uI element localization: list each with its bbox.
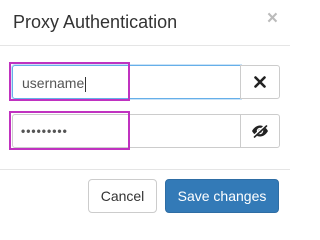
save-changes-button[interactable]: Save changes: [165, 179, 279, 213]
password-value: •••••••••: [21, 124, 68, 138]
close-icon: [254, 76, 266, 88]
username-value: username: [22, 75, 87, 92]
toggle-password-visibility-button[interactable]: [240, 114, 280, 148]
dialog-header: Proxy Authentication ×: [0, 0, 290, 46]
username-input[interactable]: username: [12, 65, 241, 99]
close-dialog-button[interactable]: ×: [267, 9, 278, 29]
eye-slash-icon: [252, 124, 268, 138]
clear-username-button[interactable]: [240, 65, 280, 99]
proxy-auth-dialog: Proxy Authentication × username ••••••••…: [0, 0, 290, 224]
cancel-button[interactable]: Cancel: [88, 179, 157, 213]
password-row: •••••••••: [9, 111, 280, 150]
dialog-title: Proxy Authentication: [13, 12, 178, 32]
username-row: username: [9, 62, 280, 101]
password-input[interactable]: •••••••••: [12, 114, 241, 148]
